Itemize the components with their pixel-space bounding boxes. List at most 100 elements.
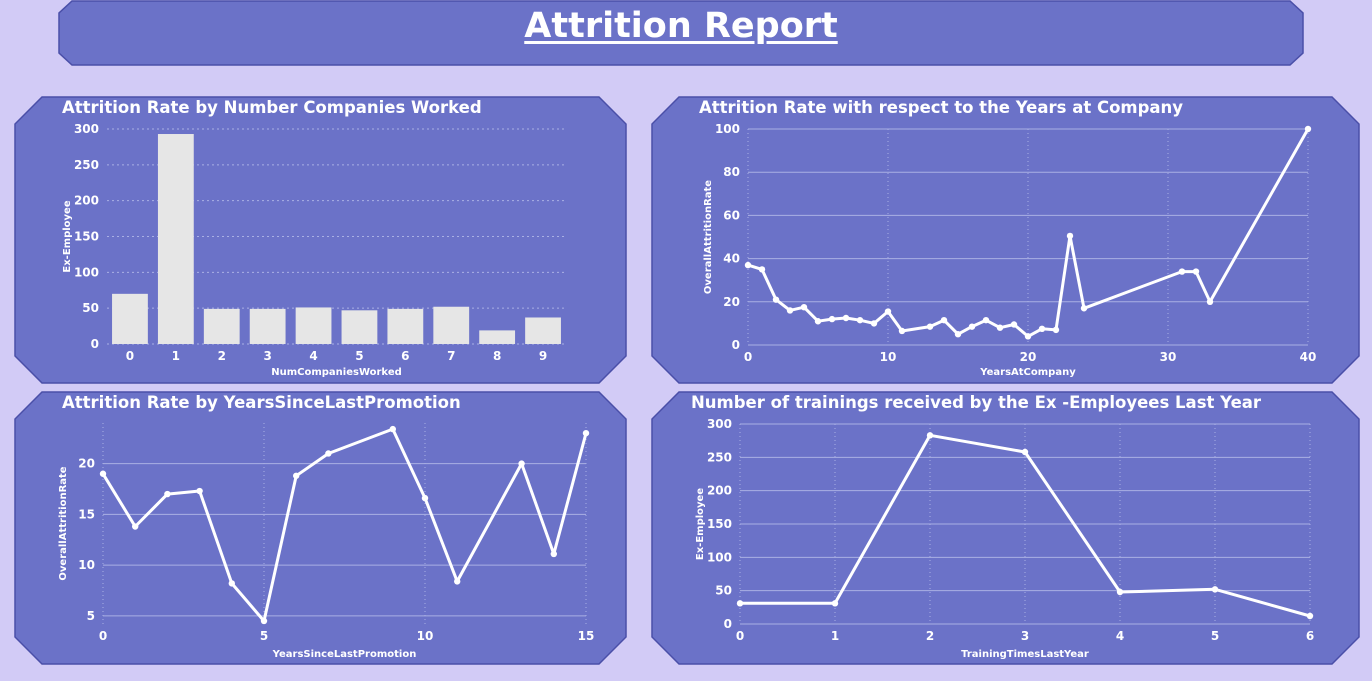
y-tick-label: 50 (715, 584, 732, 598)
data-point (831, 600, 839, 607)
data-point (1306, 612, 1314, 620)
data-point (1038, 325, 1046, 332)
y-tick-label: 150 (707, 517, 732, 531)
x-tick-label: 0 (126, 349, 134, 363)
x-tick-label: 4 (1116, 629, 1124, 643)
x-tick-label: 9 (539, 349, 547, 363)
data-point (1024, 333, 1032, 340)
data-point (550, 550, 557, 558)
chart-years-since-promotion: OverallAttritionRate YearsSinceLastPromot… (14, 391, 627, 665)
chart-card-years-at-company: OverallAttritionRate YearsAtCompany 0 20 40 6… (651, 96, 1360, 384)
y-tick-label: 10 (78, 558, 95, 572)
x-tick-label: 0 (736, 629, 744, 643)
data-point (786, 307, 794, 314)
y-tick-label: 50 (82, 301, 99, 315)
data-point (454, 578, 461, 585)
y-tick-label: 0 (732, 338, 740, 352)
x-tick-label: 3 (263, 349, 271, 363)
data-point (1304, 125, 1312, 133)
chart-card-years-since-promotion: OverallAttritionRate YearsSinceLastPromot… (14, 391, 627, 665)
panel-background (651, 96, 1360, 384)
y-tick-label: 80 (723, 165, 740, 179)
bar (479, 330, 516, 344)
data-point (996, 324, 1004, 331)
y-tick-label: 5 (87, 609, 95, 623)
chart-card-companies-worked: Ex-Employee NumCompaniesWorked 0 50 100 150 20… (14, 96, 627, 384)
x-tick-label: 4 (309, 349, 317, 363)
y-axis-label: OverallAttritionRate (703, 180, 714, 294)
data-point (870, 320, 878, 327)
data-point (954, 331, 962, 338)
data-point (898, 327, 906, 335)
data-point (940, 316, 948, 324)
data-point (518, 460, 525, 467)
bar (341, 310, 378, 344)
x-tick-label: 30 (1160, 350, 1177, 364)
data-point (99, 470, 107, 477)
x-tick-label: 5 (260, 629, 268, 643)
data-point (293, 472, 300, 479)
bar (387, 308, 424, 344)
data-point (389, 425, 396, 433)
x-tick-label: 6 (1306, 629, 1314, 643)
data-point (1206, 298, 1214, 305)
data-point (982, 316, 990, 324)
chart-companies-worked: Ex-EmployeeNumCompaniesWorked05010015020… (14, 96, 627, 384)
data-point (772, 296, 780, 303)
x-tick-label: 0 (744, 350, 752, 364)
y-axis-label: Ex-Employee (695, 488, 706, 560)
title-banner: Attrition Report (58, 0, 1304, 66)
y-tick-label: 20 (78, 457, 95, 471)
x-tick-label: 5 (355, 349, 363, 363)
y-tick-label: 300 (707, 417, 732, 431)
y-tick-label: 300 (74, 122, 99, 136)
data-point (228, 580, 235, 587)
data-point (1052, 326, 1060, 334)
data-point (421, 494, 429, 502)
chart-title: Number of trainings received by the Ex -… (691, 393, 1262, 412)
x-tick-label: 5 (1211, 629, 1219, 643)
data-point (1066, 232, 1074, 240)
data-point (1010, 321, 1018, 328)
data-point (800, 304, 808, 311)
x-tick-label: 6 (401, 349, 409, 363)
x-tick-label: 1 (172, 349, 180, 363)
x-tick-label: 8 (493, 349, 501, 363)
x-axis-label: YearsAtCompany (979, 367, 1076, 378)
bar (112, 293, 148, 344)
y-tick-label: 20 (723, 295, 740, 309)
chart-card-trainings: Ex-Employee TrainingTimesLastYear 0 50 100 15… (651, 391, 1360, 665)
x-tick-label: 20 (1020, 350, 1037, 364)
bar (249, 308, 286, 344)
y-tick-label: 200 (707, 484, 732, 498)
y-tick-label: 250 (74, 158, 99, 172)
y-tick-label: 200 (74, 194, 99, 208)
bar (295, 307, 332, 344)
x-axis-label: NumCompaniesWorked (271, 367, 402, 378)
y-tick-label: 250 (707, 450, 732, 464)
data-point (132, 523, 139, 530)
x-tick-label: 2 (926, 629, 934, 643)
data-point (926, 432, 934, 439)
y-tick-label: 40 (723, 252, 740, 266)
x-tick-label: 10 (880, 350, 897, 364)
data-point (744, 261, 752, 269)
y-tick-label: 15 (78, 507, 95, 521)
x-tick-label: 3 (1021, 629, 1029, 643)
panel-background (14, 391, 627, 665)
x-tick-label: 0 (99, 629, 107, 643)
y-tick-label: 60 (723, 208, 740, 222)
bar (203, 308, 240, 344)
data-point (736, 600, 744, 607)
data-point (1178, 268, 1186, 275)
data-point (758, 266, 766, 273)
x-tick-label: 1 (831, 629, 839, 643)
data-point (828, 315, 836, 323)
data-point (856, 316, 864, 324)
x-axis-label: YearsSinceLastPromotion (272, 649, 417, 660)
data-point (1192, 268, 1200, 275)
data-point (164, 490, 171, 498)
chart-title: Attrition Rate by Number Companies Worke… (62, 98, 482, 117)
x-tick-label: 15 (578, 629, 595, 643)
data-point (1116, 588, 1124, 596)
